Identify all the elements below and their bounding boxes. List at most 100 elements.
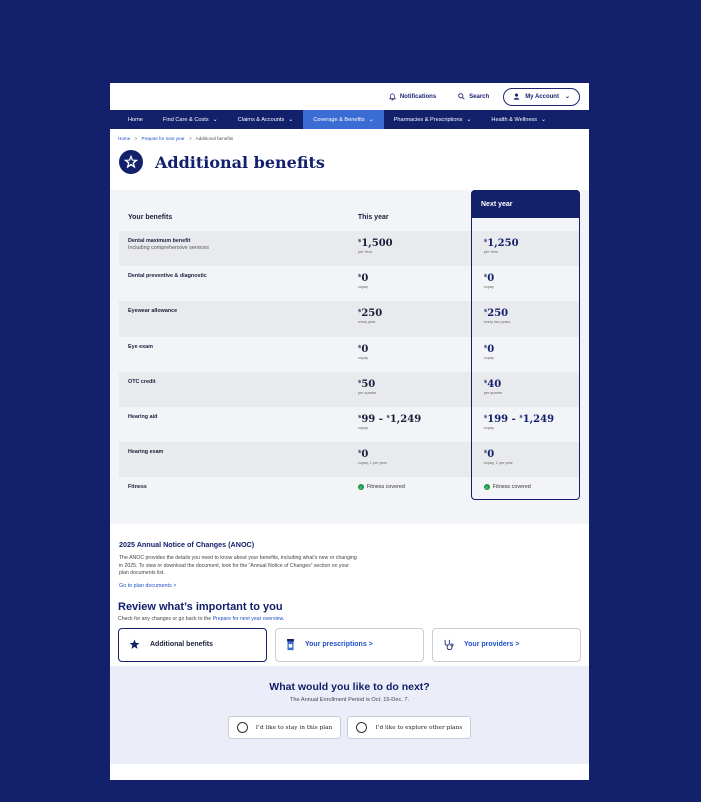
column-header-next-year: Next year — [471, 190, 580, 218]
review-subtitle: Check for any changes or go back to the … — [118, 615, 285, 622]
this-year-value: $99 - $1,249 — [357, 413, 422, 425]
notifications-link[interactable]: Notifications — [388, 92, 437, 101]
prepare-overview-link[interactable]: Prepare for next year overview. — [213, 616, 285, 622]
this-year-unit: every year — [357, 320, 376, 325]
bell-icon — [388, 92, 396, 100]
this-year-value: $0 — [357, 273, 369, 285]
next-year-value: $0 — [483, 343, 495, 355]
chevron-down-icon: ⌄ — [368, 117, 374, 123]
user-icon — [513, 93, 520, 100]
breadcrumb-separator: > — [134, 136, 138, 141]
this-year-value: $0 — [357, 343, 369, 355]
column-header-this-year: This year — [357, 213, 389, 221]
breadcrumb-home[interactable]: Home — [118, 136, 130, 141]
check-icon: ✓ — [357, 484, 364, 491]
this-year-unit: per Year — [357, 250, 372, 254]
my-account-label: My Account — [525, 93, 559, 100]
chevron-down-icon: ⌄ — [288, 117, 294, 123]
check-icon: ✓ — [483, 484, 490, 491]
next-year-value: $0 — [483, 449, 495, 461]
nav-item-claims[interactable]: Claims & Accounts ⌄ — [228, 110, 304, 129]
next-year-unit: copay — [483, 355, 494, 360]
explore-plans-option[interactable]: I’d like to explore other plans — [347, 716, 472, 739]
next-year-value: $40 — [483, 378, 502, 390]
star-badge-icon — [119, 150, 143, 174]
benefit-name: Hearing exam — [128, 449, 164, 456]
table-row: OTC credit $50 per quarter $40 per quarter — [119, 371, 580, 407]
card-your-providers[interactable]: Your providers > — [432, 627, 581, 662]
next-year-value: $199 - $1,249 — [483, 413, 555, 425]
next-year-value: $0 — [483, 273, 495, 285]
next-steps-title: What would you like to do next? — [269, 681, 430, 693]
breadcrumb-separator: > — [188, 136, 192, 141]
this-year-value: $0 — [357, 449, 369, 461]
page-header: Additional benefits — [110, 141, 589, 177]
this-year-value: $250 — [357, 308, 383, 320]
nav-item-health[interactable]: Health & Wellness ⌄ — [481, 110, 556, 129]
next-year-unit: per Year — [483, 250, 498, 254]
table-row: Eyewear allowance $250 every year $250 every… — [119, 301, 580, 337]
benefits-comparison: Your benefits This year Dental maximum b… — [110, 190, 589, 524]
table-row: Dental maximum benefit Including comprehe… — [119, 231, 580, 267]
this-year-unit: copay — [357, 425, 368, 430]
plan-options: I’d like to stay in this plan I’d like t… — [110, 716, 589, 739]
app-frame: Notifications Search My Account ⌄ Home F… — [110, 83, 589, 780]
page-title: Additional benefits — [155, 152, 325, 172]
next-steps-section: What would you like to do next? The Annu… — [110, 666, 589, 764]
chevron-down-icon: ⌄ — [564, 94, 570, 100]
breadcrumb: Home > Prepare for next year > Additiona… — [110, 129, 589, 141]
next-year-unit: copay, 1 per year — [483, 461, 513, 466]
table-body: Dental maximum benefit Including comprehe… — [119, 231, 580, 478]
table-row: Eye exam $0 copay $0 copay — [119, 337, 580, 372]
radio-button[interactable] — [356, 722, 368, 733]
stay-in-plan-option[interactable]: I’d like to stay in this plan — [227, 716, 342, 739]
pill-bottle-icon — [286, 638, 295, 651]
column-header-benefits: Your benefits — [128, 213, 173, 221]
chevron-down-icon: ⌄ — [466, 117, 472, 123]
fitness-next-year: ✓ Fitness covered — [483, 484, 531, 491]
chevron-down-icon: ⌄ — [541, 117, 547, 123]
nav-item-home[interactable]: Home — [118, 110, 153, 129]
search-link[interactable]: Search — [458, 93, 489, 100]
table-row: Fitness ✓ Fitness covered ✓ Fitness covere… — [119, 477, 580, 512]
stethoscope-icon — [443, 639, 454, 651]
next-year-unit: per quarter — [483, 390, 503, 395]
fitness-this-year: ✓ Fitness covered — [357, 484, 405, 491]
next-year-value: $1,250 — [483, 238, 519, 249]
benefit-name: OTC credit — [128, 378, 156, 385]
this-year-unit: copay — [357, 285, 368, 290]
radio-button[interactable] — [236, 722, 248, 733]
nav-item-pharmacies[interactable]: Pharmacies & Prescriptions ⌄ — [384, 110, 482, 129]
chevron-down-icon: ⌄ — [212, 117, 218, 123]
next-year-unit: every two years — [483, 320, 511, 325]
this-year-value: $50 — [357, 378, 376, 390]
benefit-name: Fitness — [128, 484, 147, 491]
anoc-section: 2025 Annual Notice of Changes (ANOC) The… — [110, 524, 589, 589]
search-icon — [458, 93, 465, 100]
next-year-unit: copay — [483, 285, 494, 290]
table-row: Dental preventive & diagnostic $0 copay $0 c… — [119, 266, 580, 301]
notifications-label: Notifications — [399, 93, 437, 100]
this-year-unit: copay, 1 per year — [357, 461, 387, 466]
benefit-name: Dental maximum benefit — [128, 238, 191, 244]
breadcrumb-prepare[interactable]: Prepare for next year — [142, 136, 185, 141]
review-cards: Additional benefits Your prescriptions >… — [118, 627, 581, 662]
nav-item-find-care[interactable]: Find Care & Costs ⌄ — [153, 110, 228, 129]
my-account-button[interactable]: My Account ⌄ — [503, 87, 580, 106]
review-title: Review what’s important to you — [118, 600, 283, 613]
card-additional-benefits[interactable]: Additional benefits — [118, 627, 267, 662]
benefit-description: Including comprehensive services — [128, 245, 209, 251]
search-label: Search — [469, 93, 490, 100]
nav-item-coverage[interactable]: Coverage & Benefits ⌄ — [303, 110, 384, 129]
card-your-prescriptions[interactable]: Your prescriptions > — [275, 627, 424, 662]
main-nav: Home Find Care & Costs ⌄ Claims & Account… — [110, 110, 589, 129]
table-row: Hearing exam $0 copay, 1 per year $0 copay, … — [119, 442, 580, 478]
breadcrumb-current: Additional benefits — [195, 136, 234, 141]
next-year-unit: copay — [483, 425, 494, 430]
benefits-table: Your benefits This year Dental maximum b… — [119, 203, 580, 513]
this-year-value: $1,500 — [357, 238, 393, 249]
anoc-body: The ANOC provides the details you need t… — [119, 555, 357, 577]
benefit-name: Eyewear allowance — [128, 308, 178, 315]
anoc-title: 2025 Annual Notice of Changes (ANOC) — [119, 540, 255, 549]
benefit-name: Dental preventive & diagnostic — [128, 273, 207, 280]
